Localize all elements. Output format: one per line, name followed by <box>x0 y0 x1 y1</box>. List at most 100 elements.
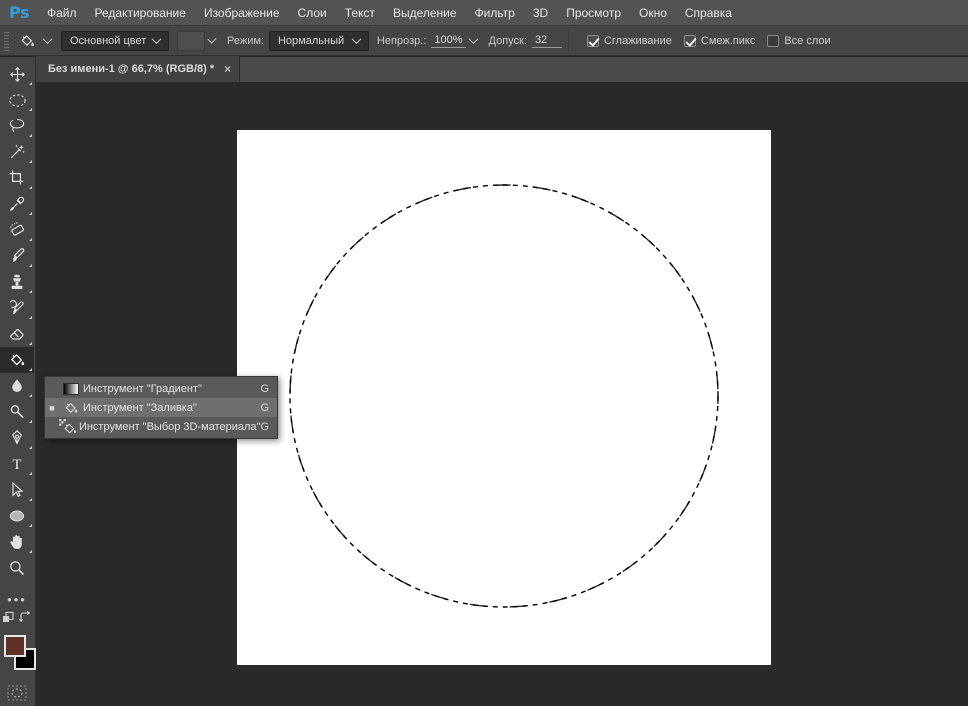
menu-item-select[interactable]: Выделение <box>384 0 466 26</box>
3d-material-picker-icon <box>58 419 79 435</box>
healing-brush-tool[interactable] <box>0 217 34 243</box>
history-brush-tool[interactable] <box>0 295 34 321</box>
flyout-item-shortcut: G <box>260 402 269 414</box>
checkbox-box <box>684 35 696 47</box>
edit-toolbar-icon[interactable] <box>1 610 16 630</box>
toolbar-bottom-row <box>0 609 34 631</box>
flyout-triangle-icon <box>29 316 32 319</box>
flyout-item-gradient-tool[interactable]: Инструмент "Градиент" G <box>45 379 277 398</box>
flyout-item-paint-bucket-tool[interactable]: ■ Инструмент "Заливка" G <box>45 398 277 417</box>
flyout-triangle-icon <box>29 186 32 189</box>
menu-item-edit[interactable]: Редактирование <box>86 0 195 26</box>
flyout-item-shortcut: G <box>260 383 269 395</box>
flyout-item-3d-material-picker-tool[interactable]: Инструмент "Выбор 3D-материала" G <box>45 417 277 436</box>
menu-item-text[interactable]: Текст <box>336 0 384 26</box>
selected-marker: ■ <box>45 403 59 413</box>
flyout-triangle-icon <box>29 134 32 137</box>
options-bar-grip[interactable] <box>2 30 11 52</box>
document-tab-title: Без имени-1 @ 66,7% (RGB/8) * <box>48 63 214 75</box>
menu-item-help[interactable]: Справка <box>676 0 741 26</box>
menu-item-file[interactable]: Файл <box>38 0 86 26</box>
document-tab[interactable]: Без имени-1 @ 66,7% (RGB/8) * × <box>36 56 240 82</box>
menu-item-window[interactable]: Окно <box>630 0 676 26</box>
crop-tool[interactable] <box>0 165 34 191</box>
checkbox-box <box>587 35 599 47</box>
menu-item-3d[interactable]: 3D <box>524 0 557 26</box>
foreground-color-swatch[interactable] <box>4 635 26 657</box>
opacity-input[interactable]: 100% <box>431 34 465 48</box>
toolbar-divider <box>0 581 35 589</box>
quick-mask-button[interactable] <box>0 681 34 705</box>
flyout-triangle-icon <box>29 524 32 527</box>
path-selection-tool[interactable] <box>0 477 34 503</box>
chevron-down-icon <box>152 34 162 44</box>
gradient-icon <box>59 383 83 395</box>
lasso-tool[interactable] <box>0 113 34 139</box>
artboard[interactable] <box>237 130 771 665</box>
move-tool[interactable] <box>0 61 34 87</box>
flyout-triangle-icon <box>29 472 32 475</box>
elliptical-marching-ants-selection <box>237 130 771 665</box>
flyout-triangle-icon <box>29 368 32 371</box>
menu-item-view[interactable]: Просмотр <box>557 0 630 26</box>
menu-item-filter[interactable]: Фильтр <box>466 0 524 26</box>
checkbox-box <box>767 35 779 47</box>
opacity-label: Непрозр.: <box>377 35 426 47</box>
tolerance-label: Допуск: <box>489 35 527 47</box>
swap-colors-icon[interactable] <box>18 610 33 630</box>
svg-text:T: T <box>12 457 21 473</box>
pattern-chevron-down-icon[interactable] <box>205 31 219 51</box>
options-divider <box>568 31 569 51</box>
paint-bucket-icon[interactable] <box>14 29 40 53</box>
blur-tool[interactable] <box>0 373 34 399</box>
all-layers-checkbox[interactable]: Все слои <box>767 35 830 47</box>
fill-source-select[interactable]: Основной цвет <box>61 31 169 51</box>
blend-mode-select[interactable]: Нормальный <box>269 31 369 51</box>
menu-item-image[interactable]: Изображение <box>195 0 289 26</box>
photoshop-logo: Ps <box>0 0 38 26</box>
antialias-checkbox[interactable]: Сглаживание <box>587 35 672 47</box>
all-layers-label: Все слои <box>784 35 830 47</box>
brush-tool[interactable] <box>0 243 34 269</box>
flyout-triangle-icon <box>29 498 32 501</box>
tool-preset-chevron-down-icon[interactable] <box>43 34 53 44</box>
close-icon[interactable]: × <box>224 63 231 75</box>
more-tools-button[interactable]: ••• <box>0 589 34 609</box>
chevron-down-icon <box>352 34 362 44</box>
menu-item-layers[interactable]: Слои <box>289 0 336 26</box>
tool-options-bar: Основной цвет Режим: Нормальный Непрозр.… <box>0 26 968 56</box>
elliptical-marquee-tool[interactable] <box>0 87 34 113</box>
eraser-tool[interactable] <box>0 321 34 347</box>
pen-tool[interactable] <box>0 425 34 451</box>
flyout-triangle-icon <box>29 108 32 111</box>
flyout-item-label: Инструмент "Градиент" <box>83 383 260 395</box>
dodge-tool[interactable] <box>0 399 34 425</box>
tools-panel: T ••• <box>0 57 36 706</box>
flyout-item-shortcut: G <box>260 421 269 433</box>
eyedropper-tool[interactable] <box>0 191 34 217</box>
pattern-swatch-preview[interactable] <box>177 31 205 51</box>
paint-bucket-tool[interactable] <box>0 347 34 373</box>
flyout-triangle-icon <box>29 420 32 423</box>
opacity-chevron-down-icon[interactable] <box>468 34 478 44</box>
flyout-triangle-icon <box>29 212 32 215</box>
contiguous-label: Смеж.пикс <box>701 35 755 47</box>
flyout-triangle-icon <box>29 394 32 397</box>
zoom-tool[interactable] <box>0 555 34 581</box>
document-tab-bar: Без имени-1 @ 66,7% (RGB/8) * × <box>36 57 968 83</box>
flyout-item-label: Инструмент "Заливка" <box>83 402 260 414</box>
fill-source-value: Основной цвет <box>70 35 149 47</box>
mode-label: Режим: <box>227 35 264 47</box>
tolerance-input[interactable]: 32 <box>532 34 562 48</box>
hand-tool[interactable] <box>0 529 34 555</box>
type-tool[interactable]: T <box>0 451 34 477</box>
clone-stamp-tool[interactable] <box>0 269 34 295</box>
flyout-triangle-icon <box>29 290 32 293</box>
blend-mode-value: Нормальный <box>278 35 349 47</box>
photoshop-window: Ps Файл Редактирование Изображение Слои … <box>0 0 968 706</box>
flyout-triangle-icon <box>29 550 32 553</box>
antialias-label: Сглаживание <box>604 35 672 47</box>
magic-wand-tool[interactable] <box>0 139 34 165</box>
ellipse-shape-tool[interactable] <box>0 503 34 529</box>
contiguous-checkbox[interactable]: Смеж.пикс <box>684 35 755 47</box>
